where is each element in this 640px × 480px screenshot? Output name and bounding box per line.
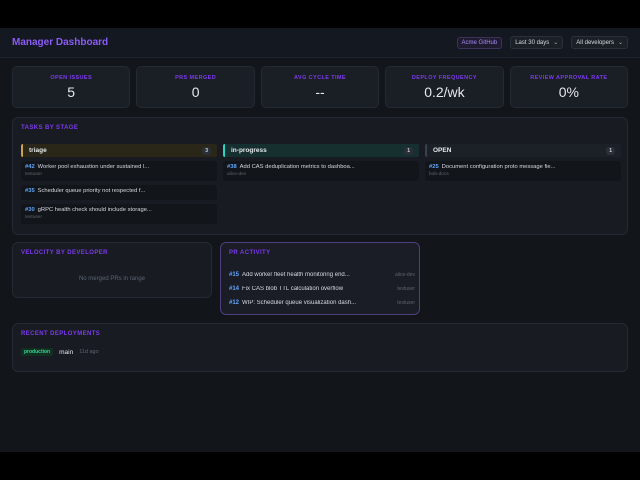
header-controls: Acme GitHub Last 30 days ⌄ All developer… bbox=[456, 36, 628, 49]
stat-card-review-approval-rate: REVIEW APPROVAL RATE 0% bbox=[509, 66, 629, 108]
stage-name: triage bbox=[29, 147, 47, 154]
recent-deployments-panel: RECENT DEPLOYMENTS production main 11d a… bbox=[12, 323, 628, 372]
task-number: #38 bbox=[227, 164, 237, 170]
panel-title: VELOCITY BY DEVELOPER bbox=[21, 250, 108, 256]
org-badge[interactable]: Acme GitHub bbox=[456, 36, 503, 49]
stage-name: OPEN bbox=[433, 147, 452, 154]
panel-title: RECENT DEPLOYMENTS bbox=[21, 331, 101, 337]
pr-author: alice-dev bbox=[394, 272, 415, 278]
environment-badge: production bbox=[21, 348, 54, 356]
pr-number: #12 bbox=[229, 300, 240, 306]
pr-activity-panel: PR ACTIVITY #15 Add worker fleet health … bbox=[220, 242, 420, 315]
task-title: gRPC health check should include storage… bbox=[37, 207, 152, 213]
task-title: Document configuration proto message fie… bbox=[441, 164, 556, 170]
pr-number: #15 bbox=[229, 272, 240, 278]
chevron-down-icon: ⌄ bbox=[617, 40, 623, 46]
stage-count-badge: 1 bbox=[606, 146, 615, 155]
task-title: Add CAS deduplication metrics to dashboa… bbox=[239, 164, 355, 170]
stat-value: 0 bbox=[191, 83, 200, 100]
stage-count-badge: 3 bbox=[202, 146, 211, 155]
developer-value: All developers bbox=[576, 39, 614, 46]
pr-author: testuser bbox=[397, 286, 415, 292]
chevron-down-icon: ⌄ bbox=[553, 40, 559, 46]
velocity-panel: VELOCITY BY DEVELOPER No merged PRs in r… bbox=[12, 242, 212, 298]
stage-column-open: OPEN 1 #25 Document configuration proto m… bbox=[425, 144, 621, 181]
task-author: alice-dev bbox=[227, 172, 247, 177]
header-bar: Manager Dashboard Acme GitHub Last 30 da… bbox=[0, 28, 640, 58]
stage-header[interactable]: triage 3 bbox=[21, 144, 217, 157]
stat-label: OPEN ISSUES bbox=[50, 74, 93, 81]
stat-value: 0.2/wk bbox=[424, 83, 465, 100]
stat-label: AVG CYCLE TIME bbox=[294, 74, 346, 81]
task-number: #42 bbox=[25, 164, 35, 170]
stat-value: -- bbox=[315, 83, 325, 100]
tasks-by-stage-panel: TASKS BY STAGE triage 3 #42 Worker pool e… bbox=[12, 117, 628, 235]
deployment-time: 11d ago bbox=[79, 349, 99, 355]
task-number: #30 bbox=[25, 207, 35, 213]
task-number: #25 bbox=[429, 164, 439, 170]
pr-row[interactable]: #12 WIP: Scheduler queue visualization d… bbox=[229, 298, 415, 308]
stats-row: OPEN ISSUES 5 PRS MERGED 0 AVG CYCLE TIM… bbox=[12, 66, 629, 108]
stage-count-badge: 1 bbox=[404, 146, 413, 155]
pr-title: Add worker fleet health monitoring end..… bbox=[242, 272, 350, 278]
stage-header[interactable]: in-progress 1 bbox=[223, 144, 419, 157]
pr-row[interactable]: #15 Add worker fleet health monitoring e… bbox=[229, 270, 415, 280]
stage-header[interactable]: OPEN 1 bbox=[425, 144, 621, 157]
task-author: testuser bbox=[25, 172, 43, 177]
date-range-select[interactable]: Last 30 days ⌄ bbox=[510, 36, 564, 49]
panel-title: TASKS BY STAGE bbox=[21, 125, 79, 131]
pr-number: #14 bbox=[229, 286, 240, 292]
stat-value: 0% bbox=[558, 83, 579, 100]
deployment-row[interactable]: production main 11d ago bbox=[21, 348, 99, 356]
stat-label: PRS MERGED bbox=[175, 74, 217, 81]
task-author: bob-docs bbox=[429, 172, 449, 177]
task-card[interactable]: #35 Scheduler queue priority not respecte… bbox=[21, 185, 217, 200]
stage-column-in-progress: in-progress 1 #38 Add CAS deduplication m… bbox=[223, 144, 419, 181]
task-card[interactable]: #38 Add CAS deduplication metrics to dash… bbox=[223, 161, 419, 181]
pr-author: testuser bbox=[397, 300, 415, 306]
task-title: Scheduler queue priority not respected f… bbox=[37, 188, 146, 194]
task-card[interactable]: #30 gRPC health check should include stor… bbox=[21, 204, 217, 224]
stat-card-avg-cycle-time: AVG CYCLE TIME -- bbox=[260, 66, 380, 108]
pr-row[interactable]: #14 Fix CAS blob TTL calculation overflo… bbox=[229, 284, 415, 294]
stat-value: 5 bbox=[67, 83, 76, 100]
stage-name: in-progress bbox=[231, 147, 267, 154]
stat-label: DEPLOY FREQUENCY bbox=[411, 74, 477, 81]
stat-card-open-issues: OPEN ISSUES 5 bbox=[12, 66, 131, 108]
task-number: #35 bbox=[25, 188, 35, 194]
date-range-value: Last 30 days bbox=[515, 39, 550, 46]
task-title: Worker pool exhaustion under sustained l… bbox=[37, 164, 150, 170]
stat-card-prs-merged: PRS MERGED 0 bbox=[136, 66, 255, 108]
pr-title: WIP: Scheduler queue visualization dash.… bbox=[242, 300, 357, 306]
deployment-branch: main bbox=[59, 348, 74, 356]
developer-select[interactable]: All developers ⌄ bbox=[571, 36, 628, 49]
panel-title: PR ACTIVITY bbox=[229, 250, 271, 256]
dashboard-frame: Manager Dashboard Acme GitHub Last 30 da… bbox=[0, 28, 640, 452]
stat-card-deploy-frequency: DEPLOY FREQUENCY 0.2/wk bbox=[385, 66, 504, 108]
pr-title: Fix CAS blob TTL calculation overflow bbox=[242, 286, 344, 292]
page-title: Manager Dashboard bbox=[12, 37, 109, 48]
task-card[interactable]: #42 Worker pool exhaustion under sustaine… bbox=[21, 161, 217, 181]
stat-label: REVIEW APPROVAL RATE bbox=[530, 74, 608, 81]
stage-column-triage: triage 3 #42 Worker pool exhaustion under… bbox=[21, 144, 217, 224]
empty-state-text: No merged PRs in range bbox=[78, 276, 146, 282]
task-card[interactable]: #25 Document configuration proto message … bbox=[425, 161, 621, 181]
task-author: testuser bbox=[25, 215, 43, 220]
